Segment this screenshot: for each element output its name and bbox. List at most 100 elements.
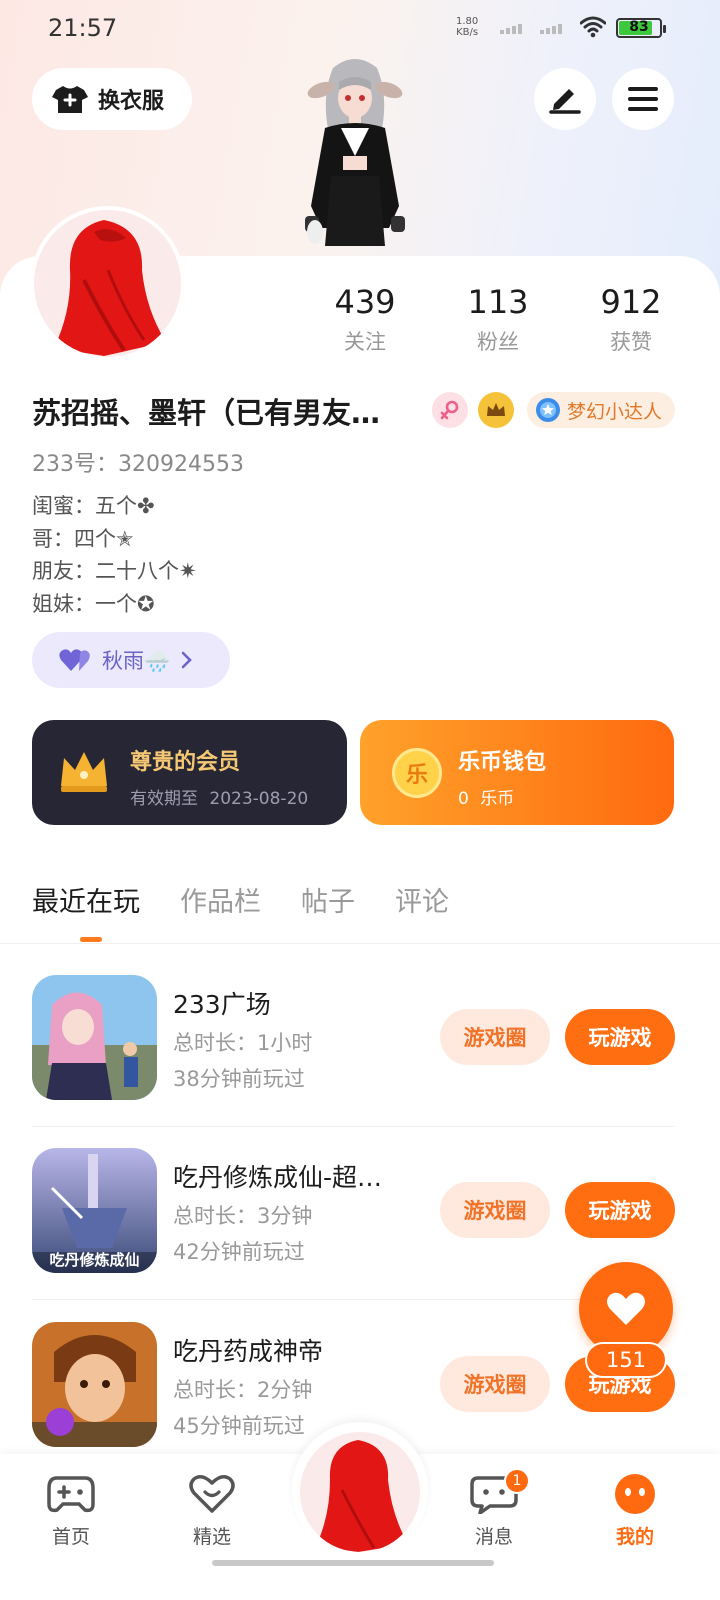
game-duration: 总时长：1小时: [173, 1031, 313, 1055]
nav-label-featured: 精选: [192, 1526, 231, 1548]
gamepad-icon: [47, 1476, 95, 1513]
likes-label: 获赞: [610, 330, 652, 354]
stat-following[interactable]: 439 关注: [300, 282, 430, 356]
smile-face-icon: [615, 1474, 655, 1514]
bio-line: 姐妹：一个✪: [32, 591, 155, 616]
tshirt-icon: [52, 86, 88, 113]
tab-posts[interactable]: 帖子: [301, 880, 355, 919]
chevron-right-icon: [181, 651, 192, 669]
mood-chip[interactable]: 秋雨🌧️: [32, 632, 230, 688]
game-icon: [32, 1322, 157, 1447]
game-circle-button[interactable]: 游戏圈: [440, 1182, 550, 1238]
followers-label: 粉丝: [477, 330, 519, 354]
wallet-balance: 0 乐币: [458, 784, 514, 809]
list-item[interactable]: 吃丹修炼成仙 吃丹修炼成仙-超… 总时长：3分钟 42分钟前玩过 游戏圈 玩游戏: [32, 1148, 675, 1300]
avatar-3d-figure[interactable]: [285, 56, 425, 256]
game-icon-image: [32, 975, 157, 1100]
title-badge[interactable]: 梦幻小达人: [527, 392, 675, 428]
game-name: 233广场: [173, 990, 271, 1019]
vip-membership-card[interactable]: 尊贵的会员 有效期至 2023-08-20: [32, 720, 347, 825]
title-badge-label: 梦幻小达人: [567, 400, 663, 423]
change-outfit-label: 换衣服: [98, 89, 165, 114]
vip-title: 尊贵的会员: [130, 750, 241, 775]
game-icon: 吃丹修炼成仙: [32, 1148, 157, 1273]
content-tabs: 最近在玩 作品栏 帖子 评论: [32, 880, 449, 919]
wifi-icon: [580, 16, 606, 38]
vip-expiry-date: 2023-08-20: [209, 789, 309, 809]
bio-line: 朋友：二十八个✷: [32, 559, 197, 583]
nav-label-messages: 消息: [474, 1526, 513, 1548]
tab-recently-played[interactable]: 最近在玩: [32, 880, 140, 919]
likes-count: 912: [600, 283, 662, 321]
battery-indicator: 83: [616, 18, 666, 38]
game-name: 吃丹药成神帝: [173, 1337, 324, 1366]
game-name: 吃丹修炼成仙-超…: [173, 1163, 383, 1192]
user-bio: 闺蜜：五个✤ 哥：四个✭ 朋友：二十八个✷ 姐妹：一个✪: [32, 490, 197, 620]
game-last-played: 42分钟前玩过: [173, 1240, 305, 1264]
tab-comments[interactable]: 评论: [395, 880, 449, 919]
wallet-card[interactable]: 乐 乐币钱包 0 乐币: [360, 720, 674, 825]
game-icon: [32, 975, 157, 1100]
game-duration: 总时长：2分钟: [173, 1378, 313, 1402]
bio-line: 哥：四个✭: [32, 526, 134, 551]
nav-item-home[interactable]: 首页: [26, 1474, 116, 1549]
menu-button[interactable]: [612, 68, 674, 130]
game-last-played: 45分钟前玩过: [173, 1414, 305, 1438]
coin-icon: 乐: [392, 748, 442, 798]
signal-icon-2: [540, 22, 564, 34]
play-game-button[interactable]: 玩游戏: [565, 1182, 675, 1238]
game-circle-button[interactable]: 游戏圈: [440, 1009, 550, 1065]
battery-level: 83: [629, 19, 649, 35]
mood-label: 秋雨🌧️: [102, 649, 171, 673]
message-count-badge: 1: [504, 1468, 530, 1494]
heart-icon: [607, 1292, 645, 1325]
pencil-icon: [549, 89, 581, 114]
list-item[interactable]: 233广场 总时长：1小时 38分钟前玩过 游戏圈 玩游戏: [32, 975, 675, 1127]
following-label: 关注: [344, 330, 386, 354]
status-time: 21:57: [48, 14, 118, 42]
edit-profile-button[interactable]: [534, 68, 596, 130]
game-last-played: 38分钟前玩过: [173, 1067, 305, 1091]
star-medal-icon: [536, 398, 560, 422]
bio-line: 闺蜜：五个✤: [32, 494, 155, 518]
game-duration: 总时长：3分钟: [173, 1204, 313, 1228]
vip-expiry-label: 有效期至: [130, 789, 198, 809]
like-count-badge: 151: [585, 1342, 667, 1378]
signal-icon: [500, 22, 524, 34]
tab-works[interactable]: 作品栏: [180, 880, 261, 919]
net-speed: 1.80 KB/s: [456, 16, 478, 38]
game-circle-button[interactable]: 游戏圈: [440, 1356, 550, 1412]
stat-followers[interactable]: 113 粉丝: [433, 282, 563, 356]
nav-label-home: 首页: [51, 1526, 90, 1548]
change-outfit-button[interactable]: 换衣服: [32, 68, 192, 130]
stat-likes[interactable]: 912 获赞: [566, 282, 696, 356]
following-count: 439: [334, 283, 396, 321]
heart-outline-icon: [189, 1475, 235, 1513]
nav-label-me: 我的: [615, 1526, 654, 1548]
menu-icon: [628, 87, 658, 111]
user-id[interactable]: 233号：320924553: [32, 446, 244, 478]
female-icon: [440, 400, 459, 420]
net-speed-value: 1.80: [456, 16, 479, 27]
avatar-image: [34, 210, 181, 357]
user-avatar[interactable]: [30, 206, 185, 361]
game-icon-image: [32, 1322, 157, 1447]
wallet-title: 乐币钱包: [458, 750, 547, 775]
status-bar: 21:57 1.80 KB/s 83: [0, 0, 720, 56]
wallet-balance-value: 0: [458, 789, 469, 809]
game-icon-caption: 吃丹修炼成仙: [49, 1251, 140, 1269]
vip-crown-badge[interactable]: [478, 392, 514, 428]
play-game-button[interactable]: 玩游戏: [565, 1009, 675, 1065]
nav-item-me[interactable]: 我的: [590, 1474, 680, 1549]
wallet-balance-unit: 乐币: [480, 789, 515, 809]
followers-count: 113: [467, 283, 529, 321]
tabs-divider: [0, 943, 720, 944]
gender-female-badge: [432, 392, 468, 428]
home-indicator[interactable]: [212, 1560, 494, 1566]
crown-icon: [487, 403, 505, 416]
coin-icon-char: 乐: [405, 763, 428, 788]
nav-item-featured[interactable]: 精选: [167, 1474, 257, 1549]
gold-crown-icon: [61, 752, 107, 792]
vip-expiry: 有效期至 2023-08-20: [130, 784, 308, 809]
nav-center-avatar[interactable]: [300, 1432, 420, 1552]
